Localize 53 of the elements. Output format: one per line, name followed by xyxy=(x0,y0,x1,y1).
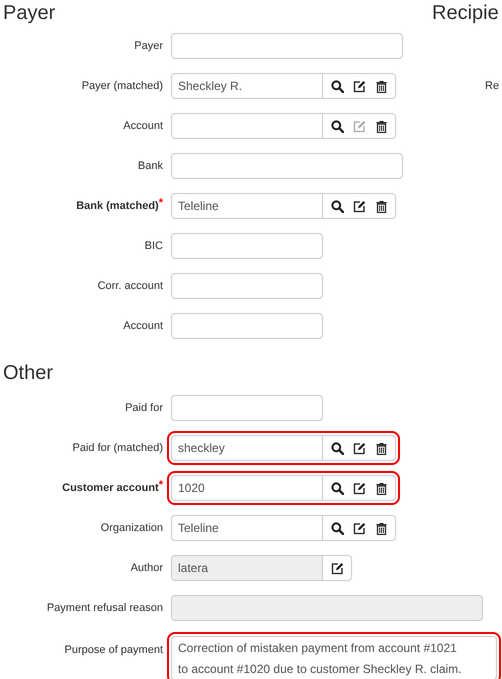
field-label: Bank (matched) xyxy=(76,200,159,212)
required-marker: * xyxy=(158,196,163,209)
input-field[interactable]: Teleline xyxy=(171,193,323,219)
text-area[interactable]: Correction of mistaken payment from account #1021 to account #1020 due to customer Sheckley R. claim. xyxy=(171,636,497,679)
edit-icon xyxy=(352,120,366,132)
edit-icon xyxy=(330,562,344,574)
edit-icon xyxy=(352,200,366,212)
field-label: Payer (matched) xyxy=(82,80,163,92)
field-label: Purpose of payment xyxy=(64,644,163,656)
edit-icon xyxy=(352,442,366,454)
trash-icon xyxy=(376,482,386,494)
input-field[interactable] xyxy=(171,113,323,139)
section-heading: Recipie xyxy=(432,1,499,25)
section-heading: Other xyxy=(2,361,54,385)
field-label: Re xyxy=(485,78,500,94)
input-field[interactable] xyxy=(171,33,403,59)
input-field[interactable] xyxy=(171,233,323,259)
edit-icon xyxy=(352,482,366,494)
field-label: Customer account xyxy=(62,482,159,494)
field-label: Bank xyxy=(138,160,163,172)
section-heading: Payer xyxy=(2,1,56,25)
field-label: Paid for xyxy=(125,402,163,414)
search-icon xyxy=(330,482,344,494)
field-label: Payer xyxy=(134,40,163,52)
field-label: BIC xyxy=(144,240,163,252)
field-label: Payment refusal reason xyxy=(46,602,163,614)
input-field[interactable]: sheckley xyxy=(171,435,323,461)
search-icon xyxy=(330,522,344,534)
edit-icon xyxy=(352,522,366,534)
field-label: Account xyxy=(123,120,163,132)
input-field[interactable]: 1020 xyxy=(171,475,323,501)
search-icon xyxy=(330,442,344,454)
trash-icon xyxy=(376,522,386,534)
field-label: Author xyxy=(130,562,163,574)
input-field[interactable]: Sheckley R. xyxy=(171,73,323,99)
input-field[interactable]: Teleline xyxy=(171,515,323,541)
input-field[interactable] xyxy=(171,395,323,421)
field-label: Account xyxy=(123,320,163,332)
field-label: Corr. account xyxy=(98,280,163,292)
required-marker: * xyxy=(158,478,163,491)
input-field[interactable] xyxy=(171,313,323,339)
trash-icon xyxy=(376,200,386,212)
search-icon xyxy=(330,120,344,132)
input-field[interactable] xyxy=(171,153,403,179)
trash-icon xyxy=(376,80,386,92)
field-label: Paid for (matched) xyxy=(72,442,163,454)
trash-icon xyxy=(376,442,386,454)
input-field[interactable] xyxy=(171,273,323,299)
field-label: Organization xyxy=(100,522,163,534)
search-icon xyxy=(330,80,344,92)
trash-icon xyxy=(376,120,386,132)
search-icon xyxy=(330,200,344,212)
edit-icon xyxy=(352,80,366,92)
